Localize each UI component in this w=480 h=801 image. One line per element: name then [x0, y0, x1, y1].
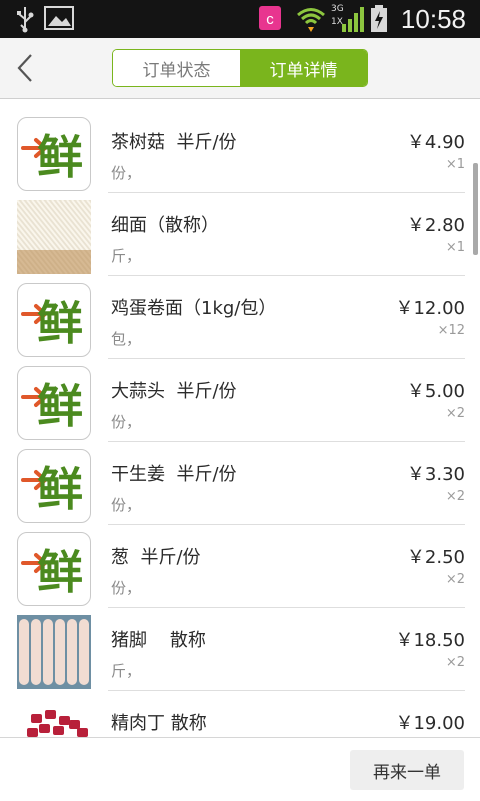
item-name: 猪脚 散称: [111, 630, 206, 651]
tab-order-status[interactable]: 订单状态: [113, 50, 240, 86]
item-price: ￥4.90: [406, 132, 465, 153]
svg-text:鲜: 鲜: [37, 296, 83, 350]
chevron-left-icon[interactable]: [12, 50, 42, 86]
item-price: ￥2.80: [406, 215, 465, 236]
image-icon: [44, 6, 74, 30]
tab-order-details[interactable]: 订单详情: [240, 50, 367, 86]
svg-text:鲜: 鲜: [37, 130, 83, 184]
item-unit: 包，: [111, 330, 142, 348]
product-logo-image: 鲜: [17, 117, 91, 191]
item-name: 大蒜头 半斤/份: [111, 381, 237, 402]
usb-icon: [17, 7, 34, 33]
order-item[interactable]: 鲜 干生姜 半斤/份 份， ￥3.30 ×2: [0, 432, 480, 525]
order-item[interactable]: 鲜 大蒜头 半斤/份 份， ￥5.00 ×2: [0, 349, 480, 442]
item-quantity: ×2: [445, 406, 465, 421]
wifi-icon: [297, 8, 325, 32]
order-item[interactable]: 精肉丁 散称 ￥19.00: [0, 681, 480, 737]
segmented-tabs: 订单状态 订单详情: [112, 49, 368, 87]
item-price: ￥18.50: [395, 630, 465, 651]
item-unit: 斤，: [111, 662, 142, 680]
item-price: ￥2.50: [406, 547, 465, 568]
item-price: ￥19.00: [395, 713, 465, 734]
item-name: 鸡蛋卷面（1kg/包）: [111, 298, 277, 319]
status-bar: c 3G 1X 10:58: [0, 0, 480, 38]
product-logo-image: 鲜: [17, 532, 91, 606]
item-quantity: ×12: [437, 323, 465, 338]
svg-text:鲜: 鲜: [37, 379, 83, 433]
item-name: 葱 半斤/份: [111, 547, 201, 568]
item-quantity: ×1: [445, 157, 465, 172]
svg-text:c: c: [266, 11, 274, 28]
order-item[interactable]: 鲜 鸡蛋卷面（1kg/包） 包， ￥12.00 ×12: [0, 266, 480, 359]
order-item-list[interactable]: 鲜茶树菇 半斤/份 份， ￥4.90 ×1 细面（散称） 斤， ￥2.80 ×1 鲜鸡蛋卷面（1…: [0, 99, 480, 737]
svg-text:鲜: 鲜: [37, 462, 83, 516]
order-item[interactable]: 猪脚 散称斤， ￥18.50 ×2: [0, 598, 480, 691]
scrollbar[interactable]: [473, 163, 478, 255]
item-unit: 份，: [111, 496, 142, 514]
battery-charging-icon: [371, 5, 387, 32]
order-item[interactable]: 鲜 葱 半斤/份 份， ￥2.50 ×2: [0, 515, 480, 608]
item-name: 精肉丁 散称: [111, 713, 207, 734]
order-item[interactable]: 鲜 茶树菇 半斤/份 份， ￥4.90 ×1: [0, 100, 480, 193]
app-c-icon: c: [259, 6, 281, 30]
order-item[interactable]: 细面（散称） 斤， ￥2.80 ×1: [0, 183, 480, 276]
item-unit: 斤，: [111, 247, 142, 265]
clock: 10:58: [400, 4, 466, 34]
product-photo-trotters: [17, 615, 91, 689]
reorder-button[interactable]: 再来一单: [350, 750, 464, 790]
item-quantity: ×2: [445, 489, 465, 504]
item-unit: 份，: [111, 164, 142, 182]
item-quantity: ×2: [445, 572, 465, 587]
item-name: 干生姜 半斤/份: [111, 464, 237, 485]
item-price: ￥12.00: [395, 298, 465, 319]
item-unit: 份，: [111, 579, 142, 597]
item-name: 细面（散称）: [111, 215, 219, 236]
product-logo-image: 鲜: [17, 283, 91, 357]
product-photo-noodles: [0, 199, 153, 275]
item-name: 茶树菇 半斤/份: [111, 132, 237, 153]
item-quantity: ×1: [445, 240, 465, 255]
product-logo-image: 鲜: [17, 449, 91, 523]
svg-text:鲜: 鲜: [37, 545, 83, 599]
item-unit: 份，: [111, 413, 142, 431]
signal-icon: [342, 7, 364, 32]
header-bar: 订单状态 订单详情: [0, 38, 480, 99]
product-photo-meat: [17, 698, 91, 737]
item-price: ￥5.00: [406, 381, 465, 402]
product-logo-image: 鲜: [17, 366, 91, 440]
item-price: ￥3.30: [406, 464, 465, 485]
footer-bar: 再来一单: [0, 737, 480, 801]
item-quantity: ×2: [445, 655, 465, 670]
